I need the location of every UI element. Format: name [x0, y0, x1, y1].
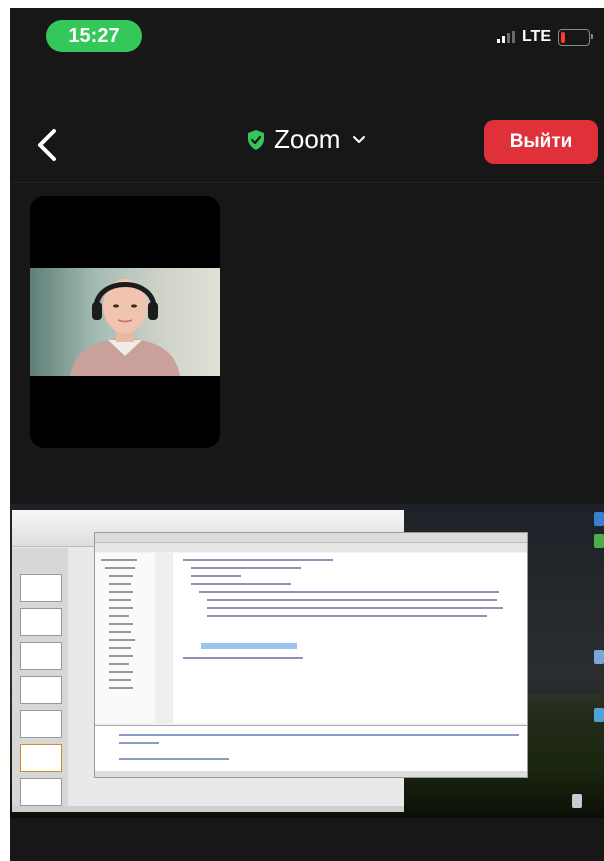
participant-video — [30, 268, 220, 376]
chevron-left-icon[interactable] — [32, 128, 62, 162]
slide-thumbnail — [20, 676, 62, 704]
signal-bars-icon — [496, 31, 515, 43]
ide-line-numbers — [155, 553, 173, 723]
desktop-shortcut-icon — [594, 650, 604, 664]
status-bar: 15:27 LTE — [10, 8, 604, 60]
participant-image — [30, 268, 220, 376]
slide-thumbnail — [20, 778, 62, 806]
status-indicators: LTE — [496, 28, 593, 46]
chevron-down-icon — [353, 135, 366, 143]
desktop-shortcut-icon — [594, 534, 604, 548]
ide-menubar — [95, 533, 527, 543]
selected-code — [201, 643, 297, 649]
slide-thumbnail — [20, 710, 62, 738]
desktop-shortcut-icon — [594, 512, 604, 526]
meeting-title-dropdown[interactable]: Zoom — [246, 124, 366, 155]
shared-screen[interactable] — [10, 504, 604, 818]
status-time: 15:27 — [46, 20, 142, 52]
recycle-bin-icon — [572, 794, 582, 808]
presentation-statusbar — [12, 806, 404, 812]
ide-run-console — [95, 725, 527, 772]
meeting-title: Zoom — [274, 124, 341, 154]
ide-project-tree — [95, 553, 156, 723]
participant-video-tile[interactable] — [30, 196, 220, 448]
python-ide-window — [94, 532, 528, 778]
ide-statusbar — [95, 771, 527, 777]
zoom-mobile-screen: 15:27 LTE Zoom Выйти — [10, 8, 604, 861]
slide-thumbnail — [20, 642, 62, 670]
leave-meeting-button[interactable]: Выйти — [484, 120, 598, 164]
ide-code-editor — [173, 553, 527, 723]
shield-check-icon — [248, 129, 264, 150]
battery-level — [561, 31, 565, 43]
battery-low-icon — [558, 28, 593, 46]
slide-thumbnail — [20, 744, 62, 772]
slide-thumbnails — [12, 548, 68, 808]
header-divider — [10, 182, 604, 183]
network-type: LTE — [521, 28, 551, 45]
meeting-header: Zoom Выйти — [10, 108, 604, 184]
ide-editor-tabs — [95, 543, 527, 552]
desktop-shortcut-icon — [594, 708, 604, 722]
slide-thumbnail — [20, 608, 62, 636]
slide-thumbnail — [20, 574, 62, 602]
